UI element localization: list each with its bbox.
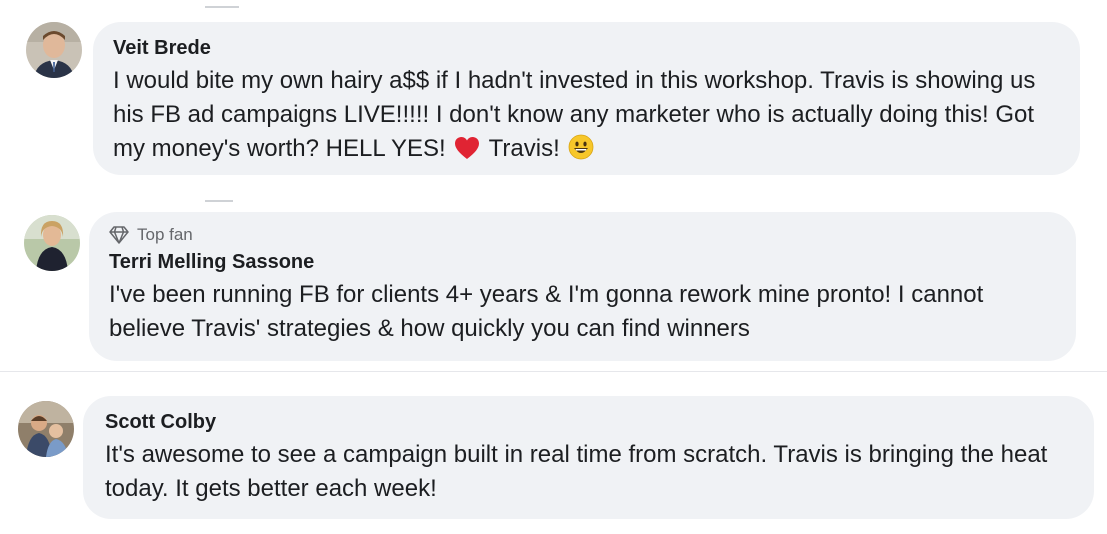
avatar[interactable]: [24, 215, 80, 271]
top-fragment: [205, 6, 239, 8]
separator-fragment: [205, 200, 233, 202]
comment-text: It's awesome to see a campaign built in …: [105, 441, 1048, 502]
comment-text: I've been running FB for clients 4+ year…: [109, 281, 984, 342]
comment-bubble: Veit Brede I would bite my own hairy a$$…: [93, 22, 1080, 175]
badge-label: Top fan: [137, 225, 193, 244]
diamond-icon: [109, 226, 129, 244]
avatar[interactable]: [26, 22, 82, 78]
divider: [0, 371, 1107, 372]
top-fan-badge: Top fan: [109, 224, 1056, 246]
avatar-woman-icon: [24, 215, 80, 271]
comment-author[interactable]: Scott Colby: [105, 410, 1072, 434]
comment-bubble: Top fan Terri Melling Sassone I've been …: [89, 212, 1076, 361]
avatar-group-photo-icon: [18, 401, 74, 457]
red-heart-icon: [454, 136, 480, 170]
comment-bubble: Scott Colby It's awesome to see a campai…: [83, 396, 1094, 519]
avatar[interactable]: [18, 401, 74, 457]
comment-text-part: Travis!: [488, 135, 560, 162]
avatar-man-suit-icon: [26, 22, 82, 78]
grinning-face-icon: [568, 134, 594, 170]
comment-author[interactable]: Veit Brede: [113, 36, 1060, 60]
comment-text: I would bite my own hairy a$$ if I hadn'…: [113, 64, 1060, 170]
comment-author[interactable]: Terri Melling Sassone: [109, 250, 1056, 274]
